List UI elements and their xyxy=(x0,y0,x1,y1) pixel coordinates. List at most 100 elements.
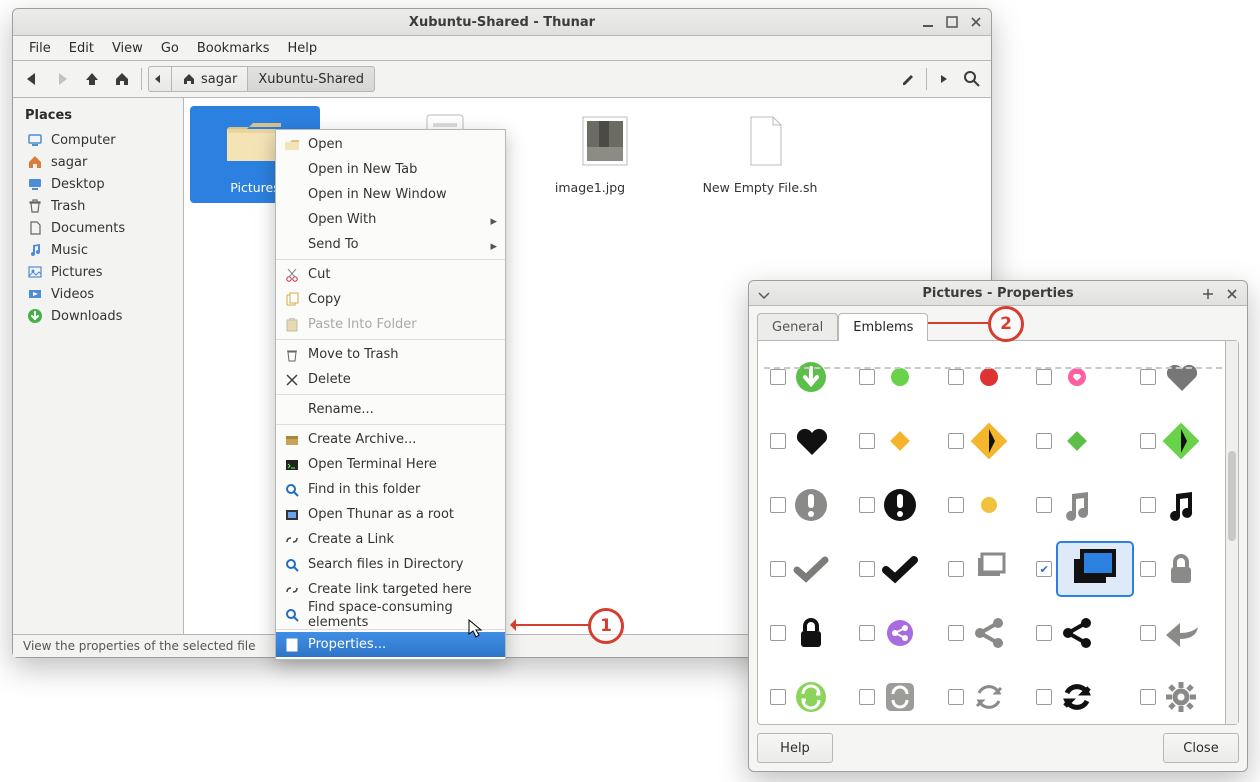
emblem-sync-solid[interactable] xyxy=(1028,665,1132,724)
dialog-scrollbar[interactable] xyxy=(1225,341,1238,724)
emblem-pink-heart[interactable] xyxy=(1028,345,1132,409)
file-item-sh[interactable]: New Empty File.sh xyxy=(700,106,820,203)
emblem-marker-green-diag[interactable] xyxy=(1132,409,1221,473)
menu-properties[interactable]: Properties... xyxy=(276,632,505,657)
menu-go[interactable]: Go xyxy=(153,38,187,59)
emblem-shared-purple[interactable] xyxy=(851,601,940,665)
menu-create-link[interactable]: Create a Link xyxy=(276,527,505,552)
menu-copy[interactable]: Copy xyxy=(276,287,505,312)
emblem-lock[interactable] xyxy=(1132,537,1221,601)
menu-file[interactable]: File xyxy=(21,38,59,59)
emblem-ok-bold[interactable] xyxy=(851,537,940,601)
crumb-current[interactable]: Xubuntu-Shared xyxy=(248,66,375,92)
crumb-back[interactable] xyxy=(148,66,172,92)
crumb-home[interactable]: sagar xyxy=(172,66,248,92)
menu-thunar-root[interactable]: Open Thunar as a root xyxy=(276,502,505,527)
file-item-image[interactable]: image1.jpg xyxy=(540,106,640,203)
emblem-marker-yellow[interactable] xyxy=(851,409,940,473)
tab-emblems[interactable]: Emblems xyxy=(838,313,928,341)
menu-paste-into[interactable]: Paste Into Folder xyxy=(276,312,505,337)
menu-edit[interactable]: Edit xyxy=(61,38,102,59)
menu-create-link-here[interactable]: Create link targeted here xyxy=(276,577,505,602)
sidebar-item-music[interactable]: Music xyxy=(13,239,183,261)
sidebar-item-trash[interactable]: Trash xyxy=(13,195,183,217)
menu-open-with[interactable]: Open With▸ xyxy=(276,207,505,232)
emblem-marker-green[interactable] xyxy=(1028,409,1132,473)
menu-cut[interactable]: Cut xyxy=(276,262,505,287)
emblem-sync-grey[interactable] xyxy=(851,665,940,724)
help-button[interactable]: Help xyxy=(757,733,833,763)
emblem-system[interactable] xyxy=(1132,665,1221,724)
emblem-share-solid[interactable] xyxy=(1028,601,1132,665)
emblem-red-dot[interactable] xyxy=(940,345,1029,409)
edit-path-icon[interactable] xyxy=(896,66,922,92)
emblem-yellow-dot[interactable] xyxy=(940,473,1029,537)
menu-bookmarks[interactable]: Bookmarks xyxy=(189,38,278,59)
emblem-heart-solid[interactable] xyxy=(1132,345,1221,409)
sidebar-item-desktop[interactable]: Desktop xyxy=(13,173,183,195)
emblem-important[interactable] xyxy=(762,473,851,537)
emblem-heart[interactable] xyxy=(762,409,851,473)
sidebar-item-home[interactable]: sagar xyxy=(13,151,183,173)
nav-up-icon[interactable] xyxy=(79,66,105,92)
menu-view[interactable]: View xyxy=(104,38,151,59)
menu-open[interactable]: Open xyxy=(276,132,505,157)
menu-help[interactable]: Help xyxy=(279,38,325,59)
dialog-plus-icon[interactable] xyxy=(1199,285,1217,303)
sidebar-item-documents[interactable]: Documents xyxy=(13,217,183,239)
dialog-close-icon[interactable] xyxy=(1223,285,1241,303)
menu-trash[interactable]: Move to Trash xyxy=(276,342,505,367)
emblems-grid[interactable] xyxy=(758,341,1225,724)
sidebar-item-computer[interactable]: Computer xyxy=(13,129,183,151)
emblem-photos-solid[interactable] xyxy=(1028,537,1132,601)
emblem-photos[interactable] xyxy=(940,537,1029,601)
close-button[interactable]: Close xyxy=(1163,733,1239,763)
nav-forward-icon[interactable] xyxy=(49,66,75,92)
window-titlebar[interactable]: Xubuntu-Shared - Thunar xyxy=(13,9,991,36)
emblem-checkbox[interactable] xyxy=(770,369,786,385)
emblem-share[interactable] xyxy=(940,601,1029,665)
tab-general[interactable]: General xyxy=(757,313,838,341)
emblem-marker-orange[interactable] xyxy=(940,409,1029,473)
search-icon[interactable] xyxy=(959,66,985,92)
emblem-reply[interactable] xyxy=(1132,601,1221,665)
menu-rename[interactable]: Rename... xyxy=(276,397,505,422)
emblem-ok[interactable] xyxy=(762,537,851,601)
heart-icon xyxy=(792,422,830,460)
emblem-sync-outline[interactable] xyxy=(940,665,1029,724)
sidebar-item-downloads[interactable]: Downloads xyxy=(13,305,183,327)
emblem-important-solid[interactable] xyxy=(851,473,940,537)
menu-find-folder[interactable]: Find in this folder xyxy=(276,477,505,502)
emblem-green-dot[interactable] xyxy=(851,345,940,409)
emblem-sync-green[interactable] xyxy=(762,665,851,724)
menu-open-new-window[interactable]: Open in New Window xyxy=(276,182,505,207)
sidebar-item-videos[interactable]: Videos xyxy=(13,283,183,305)
file-label: image1.jpg xyxy=(540,180,640,195)
emblem-music[interactable] xyxy=(1028,473,1132,537)
dialog-menu-icon[interactable] xyxy=(755,285,773,303)
emblem-readonly[interactable] xyxy=(762,601,851,665)
menu-open-new-tab[interactable]: Open in New Tab xyxy=(276,157,505,182)
nav-back-icon[interactable] xyxy=(19,66,45,92)
history-dropdown-icon[interactable] xyxy=(931,66,957,92)
window-minimize-icon[interactable] xyxy=(919,13,937,31)
diamond-green-icon xyxy=(1058,422,1096,460)
nav-home-icon[interactable] xyxy=(109,66,135,92)
emblem-music-solid[interactable] xyxy=(1132,473,1221,537)
menu-search-dir[interactable]: Search files in Directory xyxy=(276,552,505,577)
menu-find-space[interactable]: Find space-consuming elements xyxy=(276,602,505,627)
emblem-download[interactable] xyxy=(762,345,851,409)
sidebar-item-label: Pictures xyxy=(51,265,102,280)
sync-green-icon xyxy=(792,678,830,716)
window-close-icon[interactable] xyxy=(967,13,985,31)
find-icon xyxy=(284,607,300,623)
menu-archive[interactable]: Create Archive... xyxy=(276,427,505,452)
dialog-titlebar[interactable]: Pictures - Properties xyxy=(749,281,1247,306)
menu-delete[interactable]: Delete xyxy=(276,367,505,392)
menu-terminal[interactable]: Open Terminal Here xyxy=(276,452,505,477)
window-maximize-icon[interactable] xyxy=(943,13,961,31)
dot-green-icon xyxy=(881,358,919,396)
menu-send-to[interactable]: Send To▸ xyxy=(276,232,505,257)
archive-icon xyxy=(284,432,300,448)
sidebar-item-pictures[interactable]: Pictures xyxy=(13,261,183,283)
